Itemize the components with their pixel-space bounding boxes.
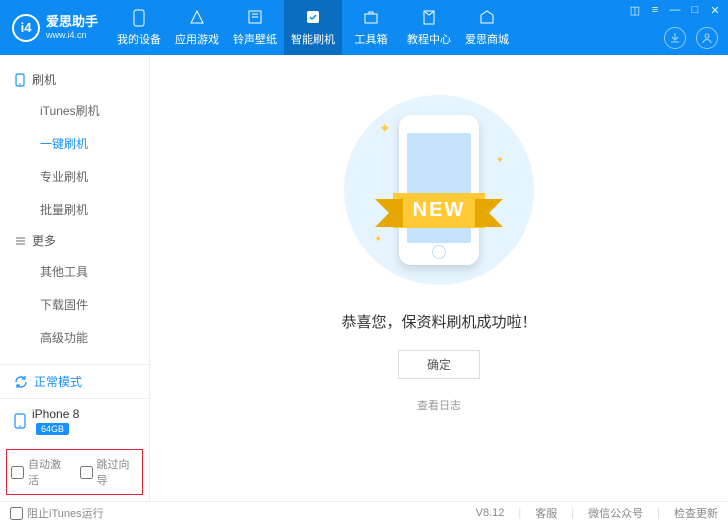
minimize-icon[interactable]: — <box>668 4 682 17</box>
phone-icon <box>14 413 26 429</box>
ok-button[interactable]: 确定 <box>398 350 480 379</box>
sparkle-icon: ✦ <box>496 155 504 166</box>
logo: i4 爱思助手 www.i4.cn <box>0 14 110 42</box>
sidebar-item[interactable]: 批量刷机 <box>0 193 149 226</box>
storage-badge: 64GB <box>36 423 69 435</box>
version-label: V8.12 <box>476 507 505 519</box>
device-info[interactable]: iPhone 8 64GB <box>0 399 149 443</box>
new-ribbon: NEW <box>393 193 486 228</box>
app-name: 爱思助手 <box>46 14 98 30</box>
auto-activate-checkbox[interactable]: 自动激活 <box>11 456 70 488</box>
menu-icon[interactable]: ≡ <box>648 4 662 17</box>
nav-5[interactable]: 教程中心 <box>400 0 458 55</box>
nav-6[interactable]: 爱思商城 <box>458 0 516 55</box>
nav-1[interactable]: 应用游戏 <box>168 0 226 55</box>
nav-4[interactable]: 工具箱 <box>342 0 400 55</box>
sidebar-item[interactable]: 一键刷机 <box>0 127 149 160</box>
refresh-icon <box>14 375 28 389</box>
nav-3[interactable]: 智能刷机 <box>284 0 342 55</box>
mode-label: 正常模式 <box>34 373 82 390</box>
success-message: 恭喜您，保资料刷机成功啦！ <box>341 311 536 332</box>
update-link[interactable]: 检查更新 <box>674 505 718 521</box>
app-header: i4 爱思助手 www.i4.cn 我的设备应用游戏铃声壁纸智能刷机工具箱教程中… <box>0 0 728 55</box>
main-content: ✦ ✦ ✦ NEW 恭喜您，保资料刷机成功啦！ 确定 查看日志 <box>150 55 728 501</box>
phone-graphic <box>399 115 479 265</box>
nav-0[interactable]: 我的设备 <box>110 0 168 55</box>
sidebar: 刷机iTunes刷机一键刷机专业刷机批量刷机更多其他工具下载固件高级功能 正常模… <box>0 55 150 501</box>
sidebar-item[interactable]: 专业刷机 <box>0 160 149 193</box>
close-icon[interactable]: ✕ <box>708 4 722 17</box>
download-button[interactable] <box>664 27 686 49</box>
nav-2[interactable]: 铃声壁纸 <box>226 0 284 55</box>
device-name: iPhone 8 <box>32 407 79 421</box>
logo-icon: i4 <box>12 14 40 42</box>
app-url: www.i4.cn <box>46 30 98 41</box>
top-nav: 我的设备应用游戏铃声壁纸智能刷机工具箱教程中心爱思商城 <box>110 0 516 55</box>
mode-status[interactable]: 正常模式 <box>0 365 149 399</box>
options-box: 自动激活 跳过向导 <box>6 449 143 495</box>
wechat-link[interactable]: 微信公众号 <box>588 505 643 521</box>
sidebar-item[interactable]: 高级功能 <box>0 321 149 354</box>
tshirt-icon[interactable]: ◫ <box>628 4 642 17</box>
sparkle-icon: ✦ <box>374 234 382 245</box>
window-controls: ◫ ≡ — □ ✕ <box>628 4 722 17</box>
success-illustration: ✦ ✦ ✦ NEW <box>344 95 534 285</box>
sidebar-group[interactable]: 更多 <box>0 226 149 255</box>
sidebar-item[interactable]: iTunes刷机 <box>0 94 149 127</box>
status-bar: 阻止iTunes运行 V8.12 | 客服 | 微信公众号 | 检查更新 <box>0 501 728 524</box>
view-log-link[interactable]: 查看日志 <box>417 397 461 413</box>
user-button[interactable] <box>696 27 718 49</box>
block-itunes-checkbox[interactable]: 阻止iTunes运行 <box>10 505 104 521</box>
maximize-icon[interactable]: □ <box>688 4 702 17</box>
skip-wizard-checkbox[interactable]: 跳过向导 <box>80 456 139 488</box>
support-link[interactable]: 客服 <box>535 505 557 521</box>
sidebar-item[interactable]: 下载固件 <box>0 288 149 321</box>
sidebar-group[interactable]: 刷机 <box>0 65 149 94</box>
sparkle-icon: ✦ <box>379 120 391 137</box>
sidebar-item[interactable]: 其他工具 <box>0 255 149 288</box>
